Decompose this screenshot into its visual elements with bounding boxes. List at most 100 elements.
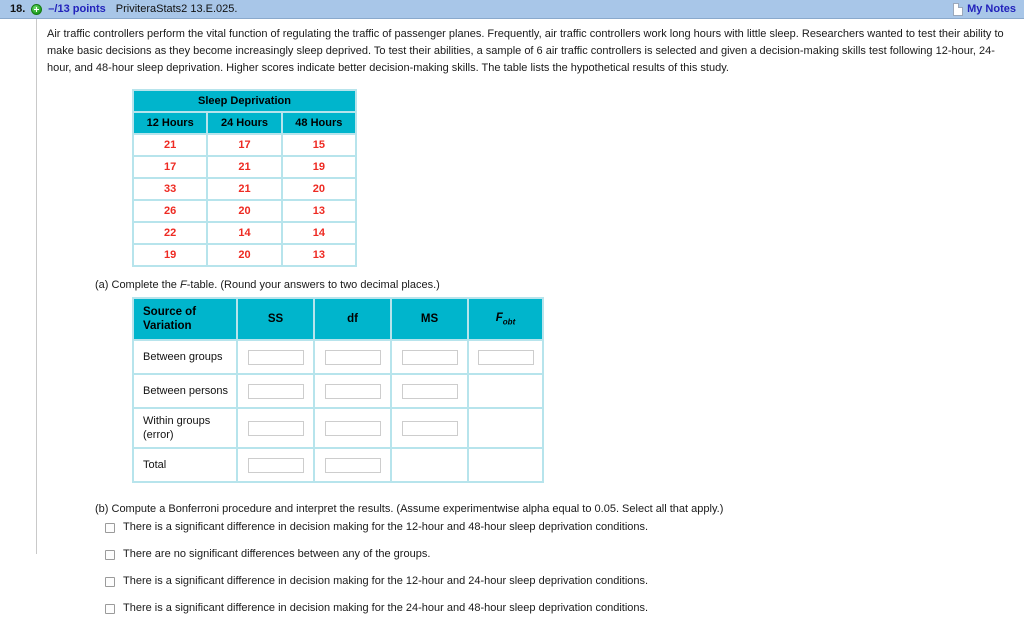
data-cell: 20: [282, 179, 355, 199]
f-cell-ss-between-groups: [238, 341, 313, 373]
data-cell: 26: [134, 201, 207, 221]
f-col-source-of-variation: Source of Variation: [134, 299, 236, 339]
f-cell-df-between-groups: [315, 341, 390, 373]
f-cell-ms-between-groups: [392, 341, 467, 373]
f-cell-fobt-within-groups-empty: [469, 409, 542, 447]
table-title-row: Sleep Deprivation: [134, 91, 355, 111]
question-body: Air traffic controllers perform the vita…: [0, 19, 1024, 614]
f-table-header-row: Source of Variation SS df MS Fobt: [134, 299, 542, 339]
part-a-label-prefix: (a) Complete the: [95, 279, 180, 291]
input-ms-between-groups[interactable]: [401, 349, 458, 365]
option-label-4: There is a significant difference in dec…: [123, 602, 649, 614]
data-cell: 19: [282, 157, 355, 177]
data-cell: 33: [134, 179, 207, 199]
f-cell-ms-within-groups: [392, 409, 467, 447]
input-ss-total[interactable]: [247, 457, 304, 473]
input-df-total[interactable]: [324, 457, 381, 473]
f-col-ss: SS: [238, 299, 313, 339]
checkbox-option-3[interactable]: [105, 577, 115, 587]
option-row[interactable]: There are no significant differences bet…: [105, 548, 1012, 561]
f-cell-df-between-persons: [315, 375, 390, 407]
part-a-label: (a) Complete the F-table. (Round your an…: [95, 279, 1012, 291]
input-df-within-groups[interactable]: [324, 420, 381, 436]
data-cell: 17: [134, 157, 207, 177]
my-notes-button[interactable]: My Notes: [953, 2, 1016, 16]
data-cell: 13: [282, 201, 355, 221]
question-header-left: 18. –/13 points PriviteraStats2 13.E.025…: [10, 3, 237, 15]
table-row: 17 21 19: [134, 157, 355, 177]
input-ms-between-persons[interactable]: [401, 383, 458, 399]
f-table-row-between-persons: Between persons: [134, 375, 542, 407]
f-row-label-within-groups: Within groups (error): [134, 409, 236, 447]
option-label-1: There is a significant difference in dec…: [123, 521, 649, 533]
f-cell-df-within-groups: [315, 409, 390, 447]
points-label: –/13 points: [48, 3, 106, 15]
data-cell: 21: [208, 157, 281, 177]
option-row[interactable]: There is a significant difference in dec…: [105, 575, 1012, 588]
input-df-between-groups[interactable]: [324, 349, 381, 365]
f-table: Source of Variation SS df MS Fobt Betwee…: [132, 297, 544, 483]
question-number: 18.: [10, 3, 26, 15]
question-prompt: Air traffic controllers perform the vita…: [47, 28, 1004, 74]
option-row[interactable]: There is a significant difference in dec…: [105, 602, 1012, 615]
f-cell-ms-total-empty: [392, 449, 467, 481]
data-cell: 14: [208, 223, 281, 243]
f-row-label-between-groups: Between groups: [134, 341, 236, 373]
input-ss-between-persons[interactable]: [247, 383, 304, 399]
checkbox-option-1[interactable]: [105, 523, 115, 533]
plus-circle-icon[interactable]: [31, 3, 43, 15]
data-table-title: Sleep Deprivation: [134, 91, 355, 111]
table-row: 21 17 15: [134, 135, 355, 155]
f-col-ms: MS: [392, 299, 467, 339]
data-cell: 20: [208, 245, 281, 265]
f-cell-ms-between-persons: [392, 375, 467, 407]
data-cell: 20: [208, 201, 281, 221]
f-table-row-total: Total: [134, 449, 542, 481]
sleep-deprivation-table-wrapper: Sleep Deprivation 12 Hours 24 Hours 48 H…: [132, 89, 1012, 267]
data-cell: 14: [282, 223, 355, 243]
question-header-bar: 18. –/13 points PriviteraStats2 13.E.025…: [0, 0, 1024, 19]
table-row: 33 21 20: [134, 179, 355, 199]
f-col-fobt: Fobt: [469, 299, 542, 339]
part-a-label-suffix: -table. (Round your answers to two decim…: [186, 279, 440, 291]
option-label-3: There is a significant difference in dec…: [123, 575, 649, 587]
my-notes-label: My Notes: [967, 3, 1016, 15]
checkbox-option-2[interactable]: [105, 550, 115, 560]
f-table-wrapper: Source of Variation SS df MS Fobt Betwee…: [132, 297, 1012, 483]
f-row-label-total: Total: [134, 449, 236, 481]
column-header-12h: 12 Hours: [134, 113, 207, 133]
f-col-df: df: [315, 299, 390, 339]
input-fobt-between-groups[interactable]: [477, 349, 534, 365]
f-cell-ss-total: [238, 449, 313, 481]
f-table-row-between-groups: Between groups: [134, 341, 542, 373]
data-cell: 21: [134, 135, 207, 155]
data-cell: 21: [208, 179, 281, 199]
input-ms-within-groups[interactable]: [401, 420, 458, 436]
data-cell: 15: [282, 135, 355, 155]
column-header-24h: 24 Hours: [208, 113, 281, 133]
data-cell: 17: [208, 135, 281, 155]
column-header-48h: 48 Hours: [282, 113, 355, 133]
f-cell-ss-within-groups: [238, 409, 313, 447]
f-cell-fobt-between-groups: [469, 341, 542, 373]
f-cell-fobt-total-empty: [469, 449, 542, 481]
option-row[interactable]: There is a significant difference in dec…: [105, 521, 1012, 534]
note-page-icon: [953, 2, 964, 16]
part-b-label: (b) Compute a Bonferroni procedure and i…: [95, 503, 724, 515]
f-col-fobt-subscript: obt: [502, 317, 516, 327]
table-row: 22 14 14: [134, 223, 355, 243]
f-col-fobt-base: F: [495, 311, 503, 324]
part-a-label-italic: F: [179, 279, 187, 291]
data-cell: 13: [282, 245, 355, 265]
input-df-between-persons[interactable]: [324, 383, 381, 399]
input-ss-between-groups[interactable]: [247, 349, 304, 365]
f-cell-fobt-between-persons-empty: [469, 375, 542, 407]
question-reference: PriviteraStats2 13.E.025.: [115, 3, 238, 15]
table-column-header-row: 12 Hours 24 Hours 48 Hours: [134, 113, 355, 133]
table-row: 26 20 13: [134, 201, 355, 221]
data-cell: 22: [134, 223, 207, 243]
sleep-deprivation-table: Sleep Deprivation 12 Hours 24 Hours 48 H…: [132, 89, 357, 267]
checkbox-option-4[interactable]: [105, 604, 115, 614]
left-gutter-rail: [0, 19, 37, 554]
input-ss-within-groups[interactable]: [247, 420, 304, 436]
